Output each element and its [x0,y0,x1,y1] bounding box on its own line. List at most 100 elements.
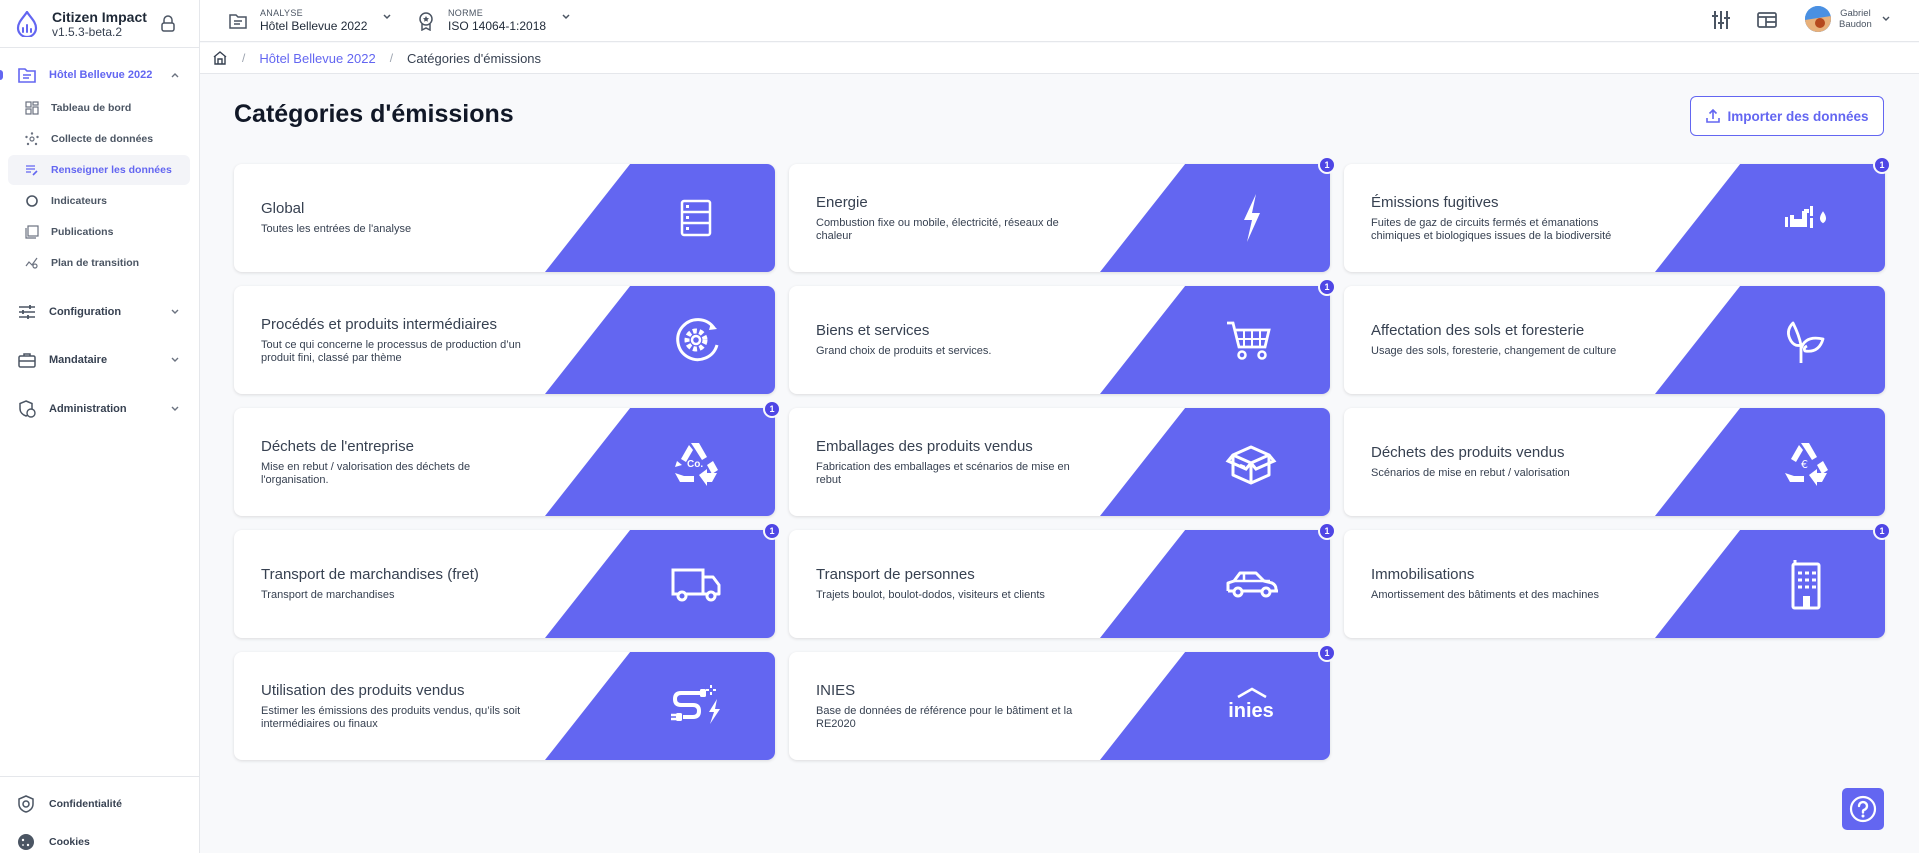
card-text: Biens et services Grand choix de produits… [816,286,1076,394]
import-data-button[interactable]: Importer des données [1690,96,1884,136]
sidebar-item-label: Tableau de bord [51,102,132,114]
sidebar-item-label: Cookies [49,836,90,848]
card-accent-panel [1100,652,1330,760]
card-text: Émissions fugitives Fuites de gaz de circ… [1371,164,1631,272]
card-accent-panel [1655,286,1885,394]
card-accent-panel [1100,530,1330,638]
card-accent-panel [1100,286,1330,394]
chevron-down-icon[interactable] [1880,13,1892,25]
settings-sliders-icon[interactable] [1711,10,1731,30]
count-badge: 1 [1318,522,1336,540]
sidebar-item-cookies[interactable]: Cookies [0,830,200,853]
chevron-down-icon[interactable] [560,11,572,23]
category-grid: Global Toutes les entrées de l'analyse Ene… [234,156,1891,760]
home-icon[interactable] [212,50,228,66]
card-accent-panel [545,286,775,394]
card-description: Mise en rebut / valorisation des déchets… [261,460,471,486]
help-button[interactable] [1842,788,1884,830]
sidebar-item-indicateurs[interactable]: Indicateurs [8,186,190,216]
card-text: Affectation des sols et foresterie Usage … [1371,286,1631,394]
card-description: Fuites de gaz de circuits fermés et éman… [1371,216,1612,242]
category-card[interactable]: Affectation des sols et foresterie Usage … [1344,286,1885,394]
category-card[interactable]: Procédés et produits intermédiaires Tout … [234,286,775,394]
breadcrumb-separator: / [242,51,246,65]
card-title: Utilisation des produits vendus [261,681,465,699]
sidebar-item-renseigner-les-donnees[interactable]: Renseigner les données [8,155,190,185]
lock-icon[interactable] [160,15,176,33]
card-text: Procédés et produits intermédiaires Tout … [261,286,521,394]
card-description: Amortissement des bâtiments et des machi… [1371,589,1600,601]
sidebar-item-publications[interactable]: Publications [8,217,190,247]
svg-text:€: € [1801,458,1808,471]
card-title: Transport de marchandises (fret) [261,566,479,583]
card-text: Energie Combustion fixe ou mobile, électr… [816,164,1076,272]
norme-value: ISO 14064-1:2018 [448,19,547,33]
category-card[interactable]: Déchets des produits vendus Scénarios de … [1344,408,1885,516]
analyse-selector[interactable]: ANALYSE Hôtel Bellevue 2022 [228,5,393,37]
trend-search-icon [25,257,38,269]
category-card[interactable]: Global Toutes les entrées de l'analyse [234,164,775,272]
recycle-co-icon: Co. [667,433,725,491]
breadcrumb-link-analyse[interactable]: Hôtel Bellevue 2022 [259,51,375,66]
card-accent-panel [545,530,775,638]
category-card[interactable]: Energie Combustion fixe ou mobile, électr… [789,156,1336,272]
lightning-icon [1222,189,1280,247]
category-card[interactable]: Transport de personnes Trajets boulot, bo… [789,522,1336,638]
chevron-down-icon[interactable] [381,11,393,23]
chevron-down-icon[interactable] [169,403,181,415]
folder-icon [17,65,37,85]
page-title: Catégories d'émissions [234,100,514,128]
category-card[interactable]: Biens et services Grand choix de produits… [789,278,1336,394]
briefcase-icon [17,350,37,370]
category-card[interactable]: Emballages des produits vendus Fabricatio… [789,408,1330,516]
sidebar-section-administration[interactable]: Administration [0,397,200,421]
car-icon [1222,555,1280,613]
sidebar-item-tableau-de-bord[interactable]: Tableau de bord [8,93,190,123]
upload-icon [1706,108,1721,123]
user-menu[interactable]: Gabriel Baudon [1805,6,1892,32]
layout-icon[interactable] [1757,10,1777,30]
card-text: Immobilisations Amortissement des bâtimen… [1371,530,1631,638]
card-accent-panel [545,408,775,516]
card-accent-panel [1655,530,1885,638]
pipe-leak-icon [1777,189,1835,247]
category-card[interactable]: Transport de marchandises (fret) Transpor… [234,522,781,638]
card-title: Transport de personnes [816,566,975,583]
sidebar: Citizen Impact v1.5.3-beta.2 Hôtel Belle… [0,0,200,853]
card-accent-panel [1655,164,1885,272]
chevron-down-icon[interactable] [169,354,181,366]
card-text: Transport de marchandises (fret) Transpor… [261,530,521,638]
sidebar-section-mandataire[interactable]: Mandataire [0,348,200,372]
sidebar-item-plan-de-transition[interactable]: Plan de transition [8,248,190,278]
ring-chart-icon [26,195,38,207]
card-title: Immobilisations [1371,566,1475,583]
sidebar-section-configuration[interactable]: Configuration [0,300,200,324]
category-card[interactable]: Émissions fugitives Fuites de gaz de circ… [1344,156,1891,272]
analyse-caption: ANALYSE [260,8,303,18]
category-card[interactable]: Utilisation des produits vendus Estimer l… [234,652,775,760]
sprout-icon [1777,311,1835,369]
sidebar-item-confidentialite[interactable]: Confidentialité [0,792,200,816]
chevron-down-icon[interactable] [169,306,181,318]
sidebar-project-hotel-bellevue[interactable]: Hôtel Bellevue 2022 [0,63,200,87]
sidebar-section-label: Administration [49,403,127,415]
sidebar-footer: Confidentialité Cookies [0,776,200,853]
card-description: Estimer les émissions des produits vendu… [261,704,521,730]
import-data-label: Importer des données [1727,108,1869,124]
category-card[interactable]: INIES Base de données de référence pour l… [789,644,1336,760]
card-description: Scénarios de mise en rebut / valorisatio… [1371,467,1570,479]
truck-icon [667,555,725,613]
category-card[interactable]: Immobilisations Amortissement des bâtimen… [1344,522,1891,638]
card-title: Emballages des produits vendus [816,437,1033,455]
category-card[interactable]: Déchets de l'entreprise Mise en rebut / v… [234,400,781,516]
active-indicator [0,70,3,80]
sidebar-section-label: Configuration [49,306,122,318]
cart-icon [1222,311,1280,369]
count-badge: 1 [1318,644,1336,662]
norme-selector[interactable]: NORME ISO 14064-1:2018 [416,5,572,37]
chevron-up-icon[interactable] [169,69,181,81]
card-title: Affectation des sols et foresterie [1371,322,1585,339]
card-description: Transport de marchandises [261,589,395,601]
sidebar-item-collecte-de-donnees[interactable]: Collecte de données [8,124,190,154]
card-title: Biens et services [816,322,930,339]
